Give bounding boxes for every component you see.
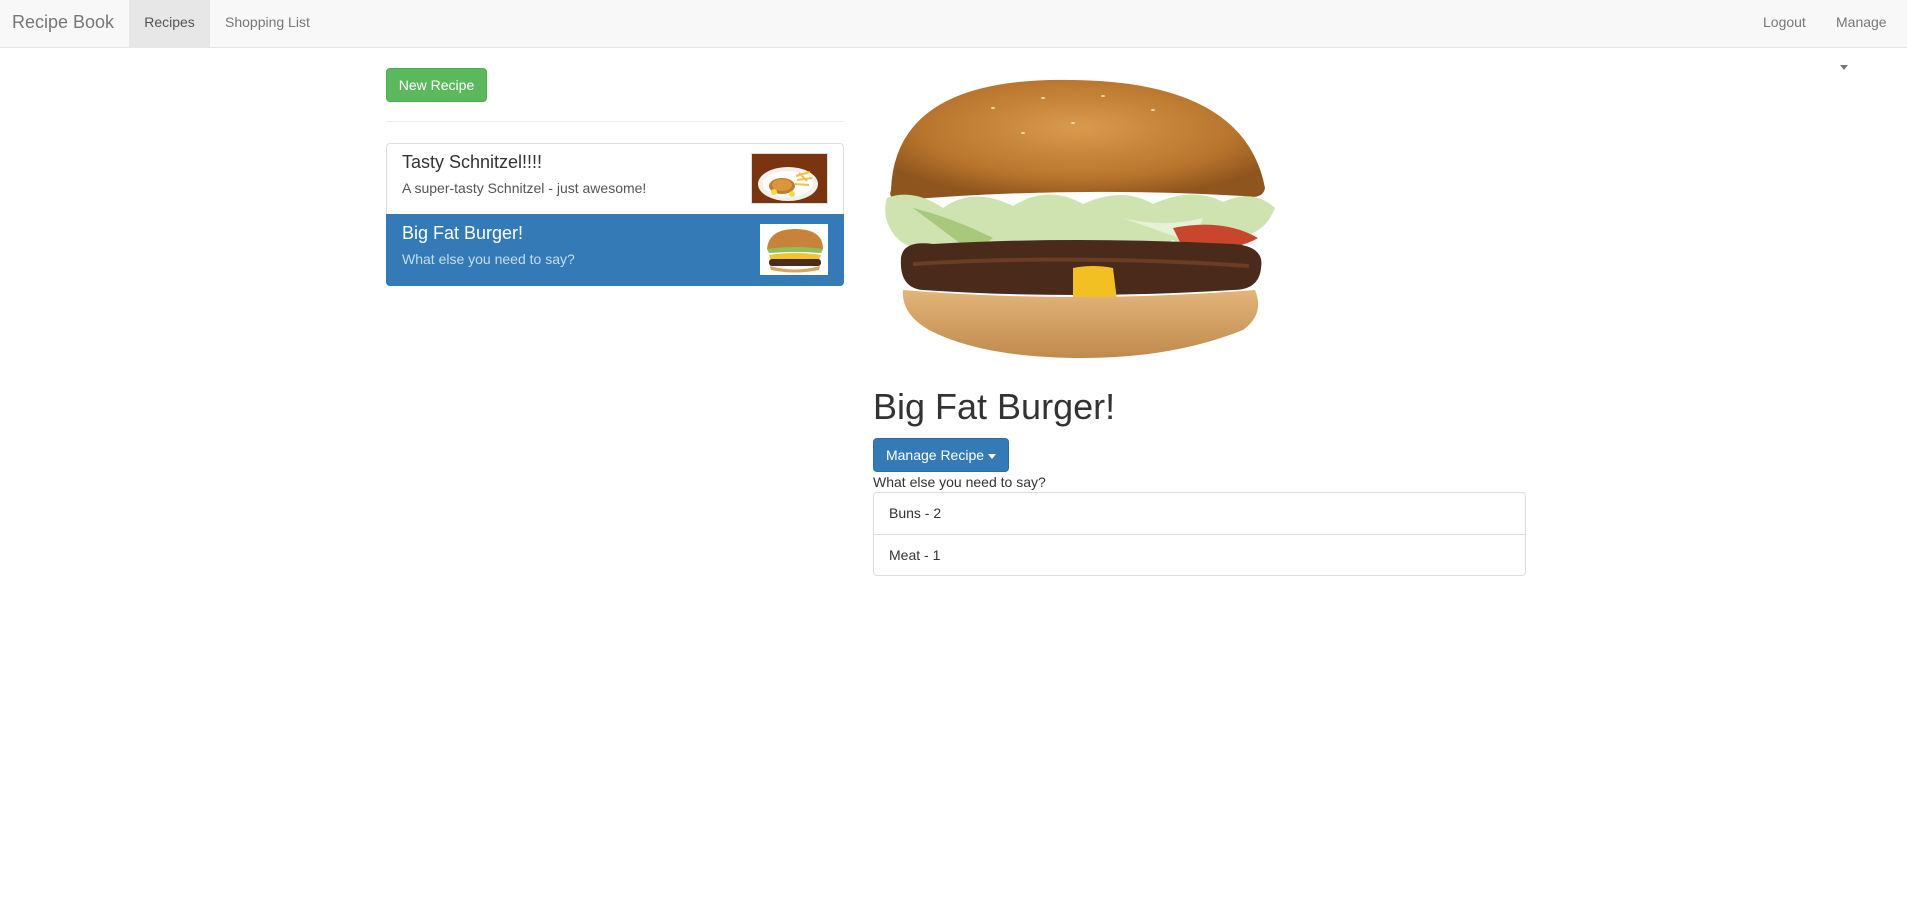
recipe-name: Tasty Schnitzel!!!! [402,152,543,172]
recipe-name: Big Fat Burger! [402,223,524,243]
recipe-description: What else you need to say? [402,251,575,267]
burger-thumbnail [760,224,828,275]
recipe-list-item-selected[interactable]: Big Fat Burger! What else you need to sa… [386,214,844,286]
ingredients-list: Buns - 2 Meat - 1 [873,492,1526,576]
nav-manage-label: Manage [1836,14,1887,30]
recipe-title: Big Fat Burger! [873,386,1116,427]
manage-recipe-label: Manage Recipe [885,447,985,463]
ingredient-item: Meat - 1 [874,534,1525,575]
caret-down-icon [1840,64,1848,70]
nav-manage-dropdown[interactable]: Manage [1821,0,1907,70]
recipe-description: A super-tasty Schnitzel - just awesome! [402,180,647,196]
nav-recipes[interactable]: Recipes [129,0,210,47]
caret-down-icon [988,453,997,459]
ingredient-item: Buns - 2 [889,505,942,521]
top-navbar: Recipe Book Recipes Shopping List Logout… [0,0,1907,70]
nav-logout[interactable]: Logout [1748,0,1821,47]
nav-shopping-list[interactable]: Shopping List [210,0,325,47]
brand-link[interactable]: Recipe Book [12,0,114,44]
recipe-detail-description: What else you need to say? [873,474,1046,490]
schnitzel-thumbnail [751,153,828,204]
recipe-list-item[interactable]: Tasty Schnitzel!!!! A super-tasty Schnit… [386,143,844,215]
divider [386,121,844,122]
new-recipe-button[interactable]: New Recipe [386,68,487,102]
burger-image [873,68,1283,368]
manage-recipe-button[interactable]: Manage Recipe [873,438,1009,472]
